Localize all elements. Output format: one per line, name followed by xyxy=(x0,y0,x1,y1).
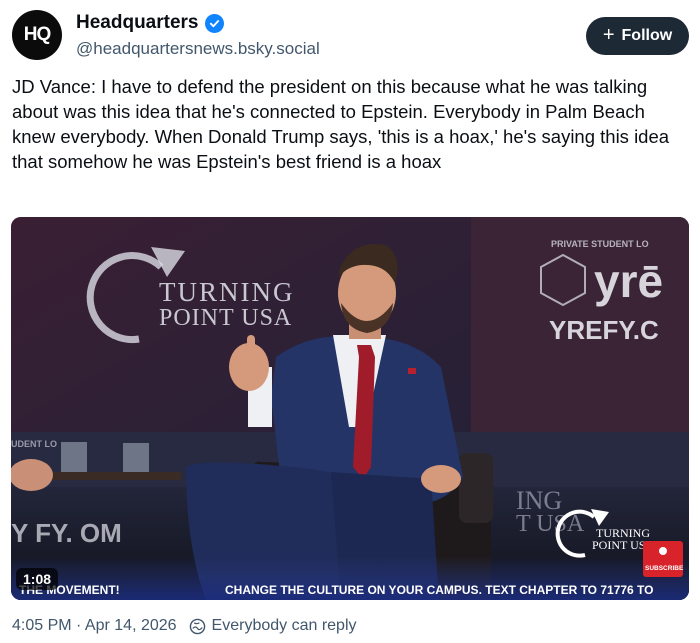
follow-button[interactable]: + Follow xyxy=(586,17,689,55)
video-duration-badge: 1:08 xyxy=(16,568,59,590)
avatar[interactable]: HQ xyxy=(12,10,62,60)
reply-setting: Everybody can reply xyxy=(189,617,357,635)
sponsor-url-text: YREFY.C xyxy=(549,315,659,345)
backdrop-logo-line1: TURNING xyxy=(159,277,295,307)
verified-check-icon[interactable] xyxy=(204,13,224,33)
left-banner-partial-top: UDENT LO xyxy=(11,439,57,449)
reply-setting-label: Everybody can reply xyxy=(211,617,357,634)
reply-globe-icon xyxy=(189,618,205,634)
subscribe-label: SUBSCRIBE xyxy=(645,565,684,572)
video-frame: TURNING POINT USA PRIVATE STUDENT LO yrē… xyxy=(11,217,689,600)
backdrop-logo-line2: POINT USA xyxy=(159,305,292,331)
sponsor-logo-text: yrē xyxy=(594,255,663,307)
post-timestamp[interactable]: 4:05 PM · Apr 14, 2026 xyxy=(12,617,177,635)
author-display-name[interactable]: Headquarters xyxy=(76,12,199,34)
post-text: JD Vance: I have to defend the president… xyxy=(12,76,670,172)
author-handle[interactable]: @headquartersnews.bsky.social xyxy=(76,39,320,59)
left-banner-partial-bottom: Y FY. OM xyxy=(11,518,122,548)
follow-label: Follow xyxy=(621,27,673,44)
plus-icon: + xyxy=(602,24,615,46)
post-meta: 4:05 PM · Apr 14, 2026 Everybody can rep… xyxy=(12,617,357,635)
author-info: Headquarters @headquartersnews.bsky.soci… xyxy=(76,12,320,59)
ticker-right-text: CHANGE THE CULTURE ON YOUR CAMPUS. TEXT … xyxy=(225,583,654,597)
right-banner-partial-2: T USA xyxy=(516,511,585,537)
avatar-logo-text: HQ xyxy=(23,24,51,45)
sponsor-small-text: PRIVATE STUDENT LO xyxy=(551,239,649,249)
post: HQ Headquarters @headquartersnews.bsky.s… xyxy=(0,0,700,643)
video-player[interactable]: TURNING POINT USA PRIVATE STUDENT LO yrē… xyxy=(11,217,689,600)
